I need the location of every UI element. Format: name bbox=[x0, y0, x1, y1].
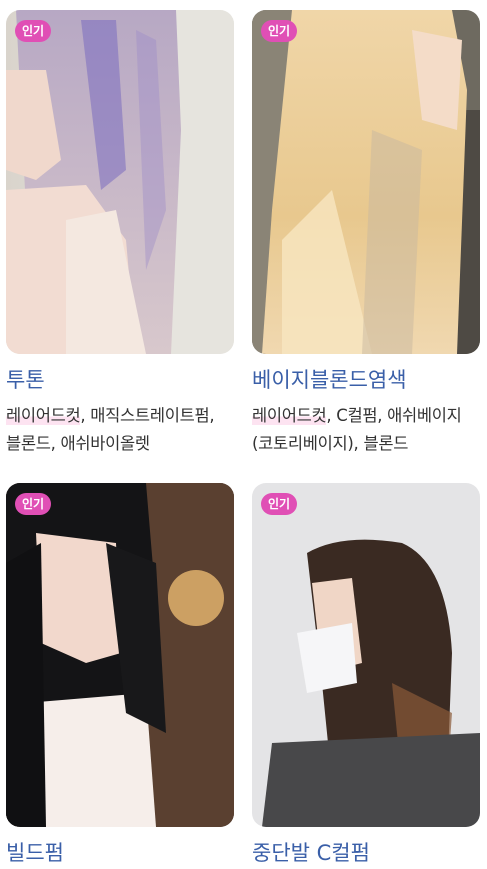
hairstyle-grid: 인기 투톤 레이어드컷, 매직스트레이트펌, 블론드, 애쉬바이올렛 인기 베이… bbox=[0, 0, 487, 869]
hairstyle-photo[interactable]: 인기 bbox=[252, 483, 480, 827]
hairstyle-tags: 레이어드컷, C컬펌, 애쉬베이지(코토리베이지), 블론드 bbox=[252, 402, 482, 458]
popular-badge: 인기 bbox=[15, 493, 52, 515]
tag-highlight: 레이어드컷 bbox=[252, 406, 327, 425]
hairstyle-title[interactable]: 베이지블론드염색 bbox=[252, 366, 482, 394]
hairstyle-photo[interactable]: 인기 bbox=[6, 10, 234, 354]
hairstyle-title[interactable]: 중단발 C컬펌 bbox=[252, 839, 482, 867]
popular-badge: 인기 bbox=[261, 493, 298, 515]
hairstyle-photo[interactable]: 인기 bbox=[252, 10, 480, 354]
hairstyle-card[interactable]: 인기 중단발 C컬펌 bbox=[252, 483, 482, 867]
hairstyle-card[interactable]: 인기 투톤 레이어드컷, 매직스트레이트펌, 블론드, 애쉬바이올렛 bbox=[6, 10, 236, 458]
hairstyle-title[interactable]: 투톤 bbox=[6, 366, 236, 394]
hairstyle-photo[interactable]: 인기 bbox=[6, 483, 234, 827]
hairstyle-title[interactable]: 빌드펌 bbox=[6, 839, 236, 867]
hairstyle-card[interactable]: 인기 베이지블론드염색 레이어드컷, C컬펌, 애쉬베이지(코토리베이지), 블… bbox=[252, 10, 482, 458]
tag-highlight: 레이어드컷 bbox=[6, 406, 81, 425]
hairstyle-tags: 레이어드컷, 매직스트레이트펌, 블론드, 애쉬바이올렛 bbox=[6, 402, 236, 458]
popular-badge: 인기 bbox=[15, 20, 52, 42]
popular-badge: 인기 bbox=[261, 20, 298, 42]
hairstyle-card[interactable]: 인기 빌드펌 bbox=[6, 483, 236, 867]
